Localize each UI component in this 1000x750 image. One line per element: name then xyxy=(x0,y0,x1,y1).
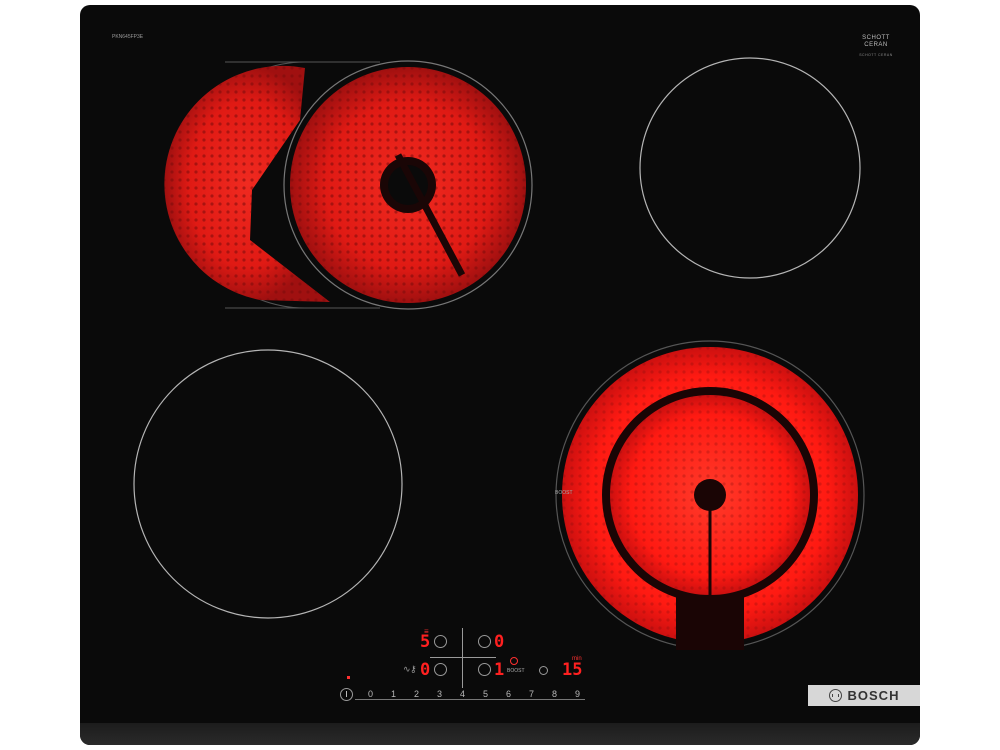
zone-top-right[interactable] xyxy=(639,57,861,279)
slider-value[interactable]: 4 xyxy=(460,689,465,699)
slider-value[interactable]: 7 xyxy=(529,689,534,699)
zone-bottom-right-dual[interactable] xyxy=(555,340,865,650)
zone-select-front-left-button[interactable] xyxy=(434,663,447,676)
slider-value[interactable]: 8 xyxy=(552,689,557,699)
panel-divider-horizontal xyxy=(430,657,496,658)
slider-value[interactable]: 1 xyxy=(391,689,396,699)
slider-value[interactable]: 9 xyxy=(575,689,580,699)
brand-name: BOSCH xyxy=(847,688,900,703)
timer-display: 15 xyxy=(562,660,583,680)
zone-select-rear-right-button[interactable] xyxy=(478,635,491,648)
slider-value[interactable]: 5 xyxy=(483,689,488,699)
boost-indicator-icon xyxy=(510,657,518,665)
slider-value[interactable]: 0 xyxy=(368,689,373,699)
slider-track[interactable] xyxy=(355,699,585,700)
key-lock-icon[interactable]: ⚷ xyxy=(410,664,417,675)
slider-value[interactable]: 2 xyxy=(414,689,419,699)
zone-display-front-left: 0 xyxy=(420,660,431,680)
zone-display-rear-right: 0 xyxy=(494,632,505,652)
zone-display-front-right: 1 xyxy=(494,660,505,680)
zone-bottom-left[interactable] xyxy=(133,349,403,619)
zone-select-rear-left-button[interactable] xyxy=(434,635,447,648)
boost-button[interactable]: BOOST xyxy=(507,668,525,674)
zone-top-left-dual[interactable] xyxy=(164,60,533,310)
power-button[interactable] xyxy=(340,688,353,701)
bosch-logo-icon xyxy=(828,689,842,702)
power-indicator xyxy=(347,676,350,679)
slider-value[interactable]: 6 xyxy=(506,689,511,699)
bosch-badge: BOSCH xyxy=(808,685,920,706)
slider-value[interactable]: 3 xyxy=(437,689,442,699)
zone-display-rear-left: 5 xyxy=(420,632,431,652)
panel-divider xyxy=(462,628,463,688)
boost-zone-label: BOOST xyxy=(555,490,573,496)
zone-select-front-right-button[interactable] xyxy=(478,663,491,676)
timer-icon[interactable] xyxy=(539,666,548,675)
